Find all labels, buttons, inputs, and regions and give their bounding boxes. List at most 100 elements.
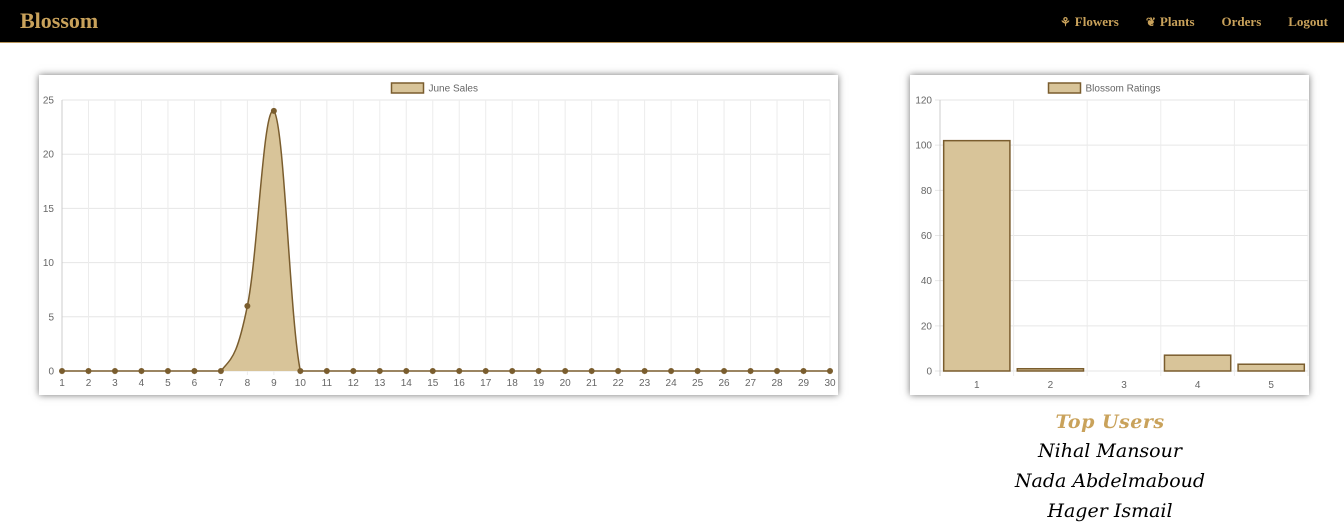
x-tick-label: 5 bbox=[165, 378, 171, 389]
sales-point bbox=[747, 368, 754, 374]
sales-point bbox=[535, 368, 542, 374]
sales-point bbox=[774, 368, 781, 374]
nav-flowers[interactable]: ⚘ Flowers bbox=[1060, 14, 1119, 30]
legend-label: June Sales bbox=[429, 84, 478, 95]
sales-point bbox=[217, 368, 224, 374]
sales-line bbox=[62, 110, 830, 372]
rating-bar-4 bbox=[1163, 354, 1232, 372]
sales-point bbox=[827, 368, 833, 374]
y-tick-label: 60 bbox=[921, 231, 933, 242]
nav-orders[interactable]: Orders bbox=[1222, 14, 1262, 30]
sales-point bbox=[350, 368, 357, 374]
nav-orders-label: Orders bbox=[1221, 14, 1262, 29]
x-tick-label: 22 bbox=[613, 378, 625, 389]
leaf-icon: ❦ bbox=[1145, 15, 1156, 29]
y-tick-label: 0 bbox=[926, 367, 932, 378]
sales-point bbox=[85, 368, 92, 374]
nav-flowers-label: Flowers bbox=[1074, 14, 1119, 29]
sales-point bbox=[138, 368, 145, 374]
x-tick-label: 6 bbox=[192, 378, 198, 389]
sales-point bbox=[323, 368, 330, 374]
x-tick-label: 7 bbox=[218, 378, 224, 389]
june-sales-chart: June Sales05101520251 2 3 4 5 6 7 8 9 10 11 12 13 14 1… bbox=[43, 82, 836, 389]
sales-point bbox=[482, 368, 489, 374]
sales-point bbox=[641, 368, 648, 374]
y-tick-label: 100 bbox=[915, 141, 932, 152]
sales-point bbox=[588, 368, 595, 374]
y-tick-label: 5 bbox=[48, 312, 54, 323]
y-tick-label: 40 bbox=[921, 276, 933, 287]
x-tick-label: 27 bbox=[745, 378, 757, 389]
x-tick-label: 28 bbox=[771, 378, 783, 389]
x-tick-label: 29 bbox=[798, 378, 810, 389]
sales-point bbox=[111, 368, 118, 374]
x-tick-label: 26 bbox=[719, 378, 731, 389]
legend-label: Blossom Ratings bbox=[1086, 84, 1161, 95]
legend-swatch bbox=[390, 82, 425, 94]
x-tick-label: 18 bbox=[507, 378, 519, 389]
sales-point bbox=[376, 368, 383, 374]
flower-icon: ⚘ bbox=[1060, 15, 1071, 29]
rating-bar-5 bbox=[1237, 363, 1306, 372]
x-tick-label: 1 bbox=[974, 380, 980, 391]
x-tick-label: 3 bbox=[112, 378, 118, 389]
x-tick-label: 3 bbox=[1121, 380, 1127, 391]
sales-point bbox=[429, 368, 436, 374]
sales-point bbox=[456, 368, 463, 374]
sales-point bbox=[270, 107, 277, 114]
x-tick-label: 2 bbox=[1048, 380, 1054, 391]
sales-point bbox=[244, 302, 251, 309]
top-user-3: Hager Ismail bbox=[1047, 500, 1173, 522]
top-user-2: Nada Abdelmaboud bbox=[1014, 470, 1206, 492]
ratings-chart: Blossom Ratings 0 20 40 60 80 100 120 1 2 3 4 5 bbox=[915, 82, 1309, 391]
x-tick-label: 19 bbox=[533, 378, 545, 389]
y-tick-label: 20 bbox=[43, 150, 55, 161]
x-tick-label: 24 bbox=[666, 378, 678, 389]
sales-point bbox=[164, 368, 171, 374]
nav-links: ⚘ Flowers ❦ Plants Orders Logout bbox=[1033, 14, 1328, 30]
sales-point bbox=[59, 368, 65, 374]
rating-bar-1 bbox=[942, 139, 1011, 372]
sales-point bbox=[694, 368, 701, 374]
x-tick-label: 30 bbox=[824, 378, 836, 389]
x-tick-label: 11 bbox=[322, 378, 333, 389]
june-sales-card: June Sales 0 5 10 15 20 25 1 2 3 4 5 6 7 8 9 10 11 12 13 14 1… bbox=[39, 75, 838, 395]
sales-point bbox=[562, 368, 569, 374]
sales-point bbox=[297, 368, 304, 374]
x-tick-label: 5 bbox=[1268, 380, 1274, 391]
top-user-1: Nihal Mansour bbox=[1038, 440, 1182, 462]
y-tick-label: 15 bbox=[43, 204, 55, 215]
brand-logo[interactable]: Blossom bbox=[20, 8, 98, 34]
x-tick-label: 10 bbox=[295, 378, 307, 389]
x-tick-label: 4 bbox=[139, 378, 145, 389]
y-tick-label: 80 bbox=[921, 186, 933, 197]
x-tick-label: 14 bbox=[401, 378, 413, 389]
nav-plants-label: Plants bbox=[1159, 14, 1195, 29]
x-tick-label: 4 bbox=[1195, 380, 1201, 391]
navbar: Blossom ⚘ Flowers ❦ Plants Orders Logout bbox=[0, 0, 1344, 43]
x-tick-label: 9 bbox=[271, 378, 277, 389]
x-tick-label: 21 bbox=[586, 378, 598, 389]
nav-logout[interactable]: Logout bbox=[1288, 14, 1328, 30]
sales-point bbox=[668, 368, 675, 374]
nav-plants[interactable]: ❦ Plants bbox=[1146, 14, 1195, 30]
x-tick-label: 12 bbox=[348, 378, 360, 389]
x-tick-label: 23 bbox=[639, 378, 651, 389]
nav-logout-label: Logout bbox=[1288, 14, 1328, 29]
x-tick-label: 1 bbox=[59, 378, 65, 389]
y-tick-label: 20 bbox=[921, 321, 933, 332]
top-users-title: Top Users bbox=[1055, 411, 1165, 433]
top-users-panel: Top Users Nihal Mansour Nada Abdelmaboud… bbox=[1010, 408, 1210, 526]
x-tick-label: 25 bbox=[692, 378, 704, 389]
x-tick-label: 16 bbox=[454, 378, 466, 389]
sales-area-fill bbox=[62, 110, 830, 372]
x-tick-label: 17 bbox=[480, 378, 492, 389]
sales-point bbox=[721, 368, 728, 374]
sales-point bbox=[615, 368, 622, 374]
y-tick-label: 10 bbox=[43, 258, 55, 269]
x-tick-label: 13 bbox=[374, 378, 386, 389]
x-tick-label: 20 bbox=[560, 378, 572, 389]
sales-point bbox=[509, 368, 516, 374]
ratings-card: Blossom Ratings 0 20 40 60 80 100 120 1 2 3 4 5 bbox=[910, 75, 1309, 395]
x-tick-label: 2 bbox=[86, 378, 92, 389]
